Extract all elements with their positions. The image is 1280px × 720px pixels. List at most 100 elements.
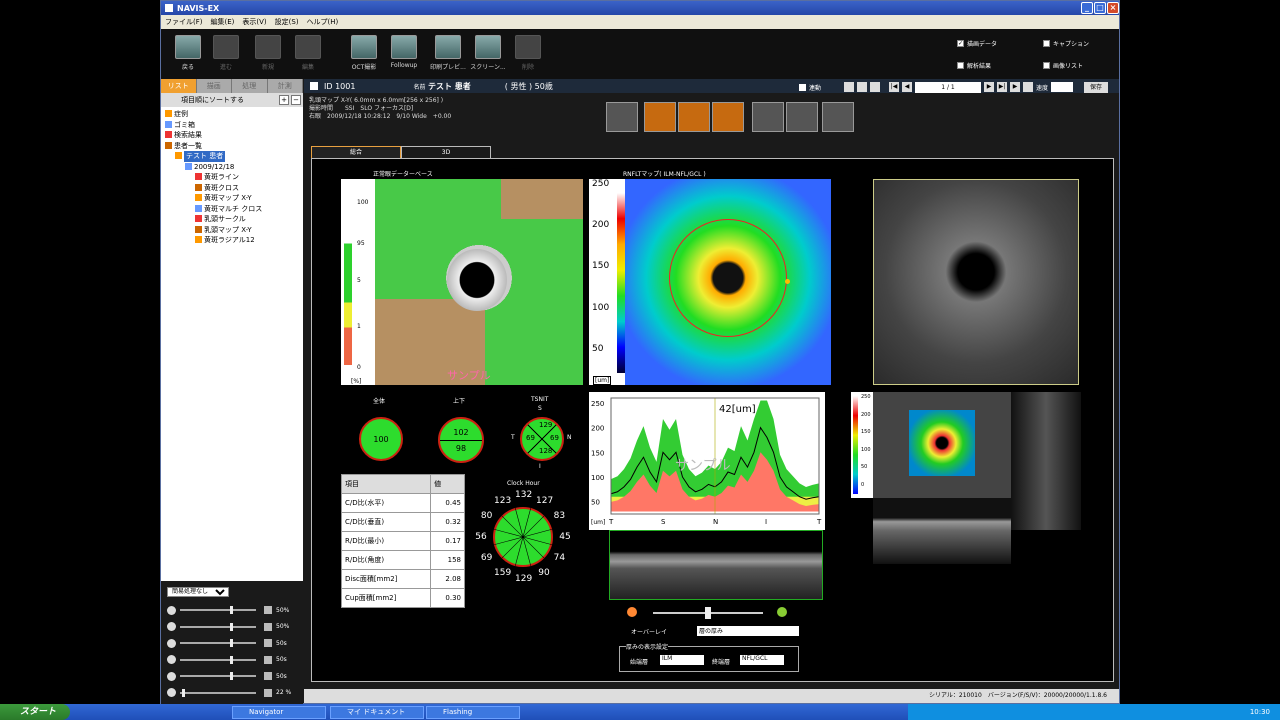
both-eyes-button[interactable]: [644, 102, 676, 132]
reset-button[interactable]: [264, 606, 272, 614]
reset-button[interactable]: [264, 655, 272, 664]
option-checkbox-2[interactable]: 解析結果: [957, 61, 991, 70]
left-tab-3[interactable]: 計測: [267, 79, 303, 93]
tree-item[interactable]: 検索結果: [165, 130, 303, 141]
adjust-slider[interactable]: [180, 639, 256, 647]
tree-item[interactable]: 症例: [165, 109, 303, 120]
toolbar-button-6[interactable]: 印刷プレビ...: [427, 35, 469, 71]
next-page-icon[interactable]: ▶: [984, 82, 995, 92]
play-icon[interactable]: ▶: [1010, 82, 1021, 92]
save-button[interactable]: 保存: [1084, 81, 1109, 93]
checkbox-box[interactable]: [1043, 62, 1050, 69]
reset-button[interactable]: [264, 672, 272, 680]
option-checkbox-3[interactable]: 画像リスト: [1043, 61, 1083, 70]
compare-button[interactable]: [786, 102, 818, 132]
report-button[interactable]: [606, 102, 638, 132]
minimize-button[interactable]: _: [1081, 2, 1093, 14]
title-bar[interactable]: NAVIS-EX _ □ ×: [161, 1, 1119, 15]
end-layer-select[interactable]: NFL/GCL: [740, 655, 784, 665]
checkbox-box[interactable]: [957, 62, 964, 69]
slider-knob[interactable]: [230, 639, 233, 647]
last-page-icon[interactable]: ▶|: [997, 82, 1008, 92]
slider-knob[interactable]: [230, 606, 233, 614]
menu-item-0[interactable]: ファイル(F): [165, 17, 203, 27]
toolbar-button-0[interactable]: 戻る: [167, 35, 209, 71]
prev-page-icon[interactable]: ◀: [902, 82, 913, 92]
toolbar-button-1[interactable]: 進む: [205, 35, 247, 71]
page-indicator[interactable]: 1 / 1: [915, 81, 982, 93]
tree-item[interactable]: 黄斑マルチ クロス: [165, 204, 303, 215]
toolbar-button-4[interactable]: OCT撮影: [343, 35, 385, 71]
adjust-slider[interactable]: [180, 672, 256, 680]
task-navigator[interactable]: Navigator: [232, 706, 326, 719]
view-tab-1[interactable]: 3D: [401, 146, 491, 158]
adjust-slider[interactable]: [180, 622, 256, 631]
overlay-slider[interactable]: [653, 607, 763, 619]
scan-circle[interactable]: [669, 219, 787, 337]
option-checkbox-1[interactable]: キャプション: [1043, 39, 1089, 48]
task-flashing[interactable]: Flashing: [426, 706, 520, 719]
overlay-off-icon[interactable]: [627, 607, 637, 617]
slider-knob[interactable]: [182, 688, 185, 697]
reset-button[interactable]: [264, 688, 272, 697]
adjust-slider[interactable]: [180, 606, 256, 614]
view-tab-0[interactable]: 総合: [311, 146, 401, 158]
menu-item-3[interactable]: 設定(S): [275, 17, 299, 27]
menu-item-2[interactable]: 表示(V): [242, 17, 266, 27]
reset-button[interactable]: [264, 639, 272, 647]
task-my-documents[interactable]: マイ ドキュメント: [330, 706, 424, 719]
adjust-slider[interactable]: [180, 655, 256, 664]
tree-item[interactable]: 黄斑ラジアル12: [165, 235, 303, 246]
close-button[interactable]: ×: [1107, 2, 1119, 14]
slider-knob[interactable]: [230, 655, 233, 664]
menu-item-1[interactable]: 編集(E): [211, 17, 235, 27]
first-page-icon[interactable]: |◀: [889, 82, 900, 92]
tree-item[interactable]: 乳頭マップ X-Y: [165, 225, 303, 236]
tree-item[interactable]: ゴミ箱: [165, 120, 303, 131]
preset-select[interactable]: 簡易処理なし: [167, 587, 229, 597]
toolbar-button-7[interactable]: スクリーン...: [467, 35, 509, 71]
export-button[interactable]: [822, 102, 854, 132]
remove-icon[interactable]: −: [291, 95, 301, 105]
option-checkbox-0[interactable]: ✓ 描画データ: [957, 39, 997, 48]
tree-item[interactable]: 黄斑クロス: [165, 183, 303, 194]
overlay-on-icon[interactable]: [777, 607, 787, 617]
maximize-button[interactable]: □: [1094, 2, 1106, 14]
slider-knob[interactable]: [230, 622, 233, 631]
toolbar-button-2[interactable]: 新規: [247, 35, 289, 71]
start-button[interactable]: スタート: [0, 704, 70, 720]
tree-item[interactable]: 黄斑マップ X-Y: [165, 193, 303, 204]
reset-button[interactable]: [264, 622, 272, 631]
left-tab-0[interactable]: リスト: [161, 79, 197, 93]
add-icon[interactable]: +: [279, 95, 289, 105]
left-eye-button[interactable]: [712, 102, 744, 132]
tool-icon-2[interactable]: [857, 82, 868, 92]
start-layer-select[interactable]: ILM: [660, 655, 704, 665]
toolbar-button-3[interactable]: 編集: [287, 35, 329, 71]
overlay-select[interactable]: 層の厚み: [697, 626, 799, 636]
right-eye-button[interactable]: [678, 102, 710, 132]
left-tab-1[interactable]: 描画: [196, 79, 232, 93]
stop-icon[interactable]: [1023, 82, 1034, 92]
checkbox-box[interactable]: [1043, 40, 1050, 47]
tool-icon-3[interactable]: [870, 82, 881, 92]
menu-item-4[interactable]: ヘルプ(H): [307, 17, 339, 27]
tool-icon-1[interactable]: [844, 82, 855, 92]
circle-marker[interactable]: [785, 279, 790, 284]
toolbar-button-8[interactable]: 削除: [507, 35, 549, 71]
tree-item[interactable]: 黄斑ライン: [165, 172, 303, 183]
camera-button[interactable]: [752, 102, 784, 132]
tree-item[interactable]: 乳頭サークル: [165, 214, 303, 225]
toolbar-button-5[interactable]: Followup: [383, 35, 425, 69]
tree-item[interactable]: 2009/12/18: [165, 162, 303, 173]
left-tab-2[interactable]: 処理: [232, 79, 268, 93]
link-checkbox[interactable]: [799, 83, 806, 91]
sort-bar[interactable]: 項目順にソートする + −: [161, 93, 303, 107]
adjust-slider[interactable]: [180, 688, 256, 697]
checkbox-box[interactable]: ✓: [957, 40, 964, 47]
speed-select[interactable]: [1051, 82, 1074, 92]
tree-item[interactable]: 患者一覧: [165, 141, 303, 152]
expand-icon[interactable]: [310, 82, 318, 90]
slider-knob[interactable]: [230, 672, 233, 680]
tree-item[interactable]: テスト 患者: [165, 151, 303, 162]
